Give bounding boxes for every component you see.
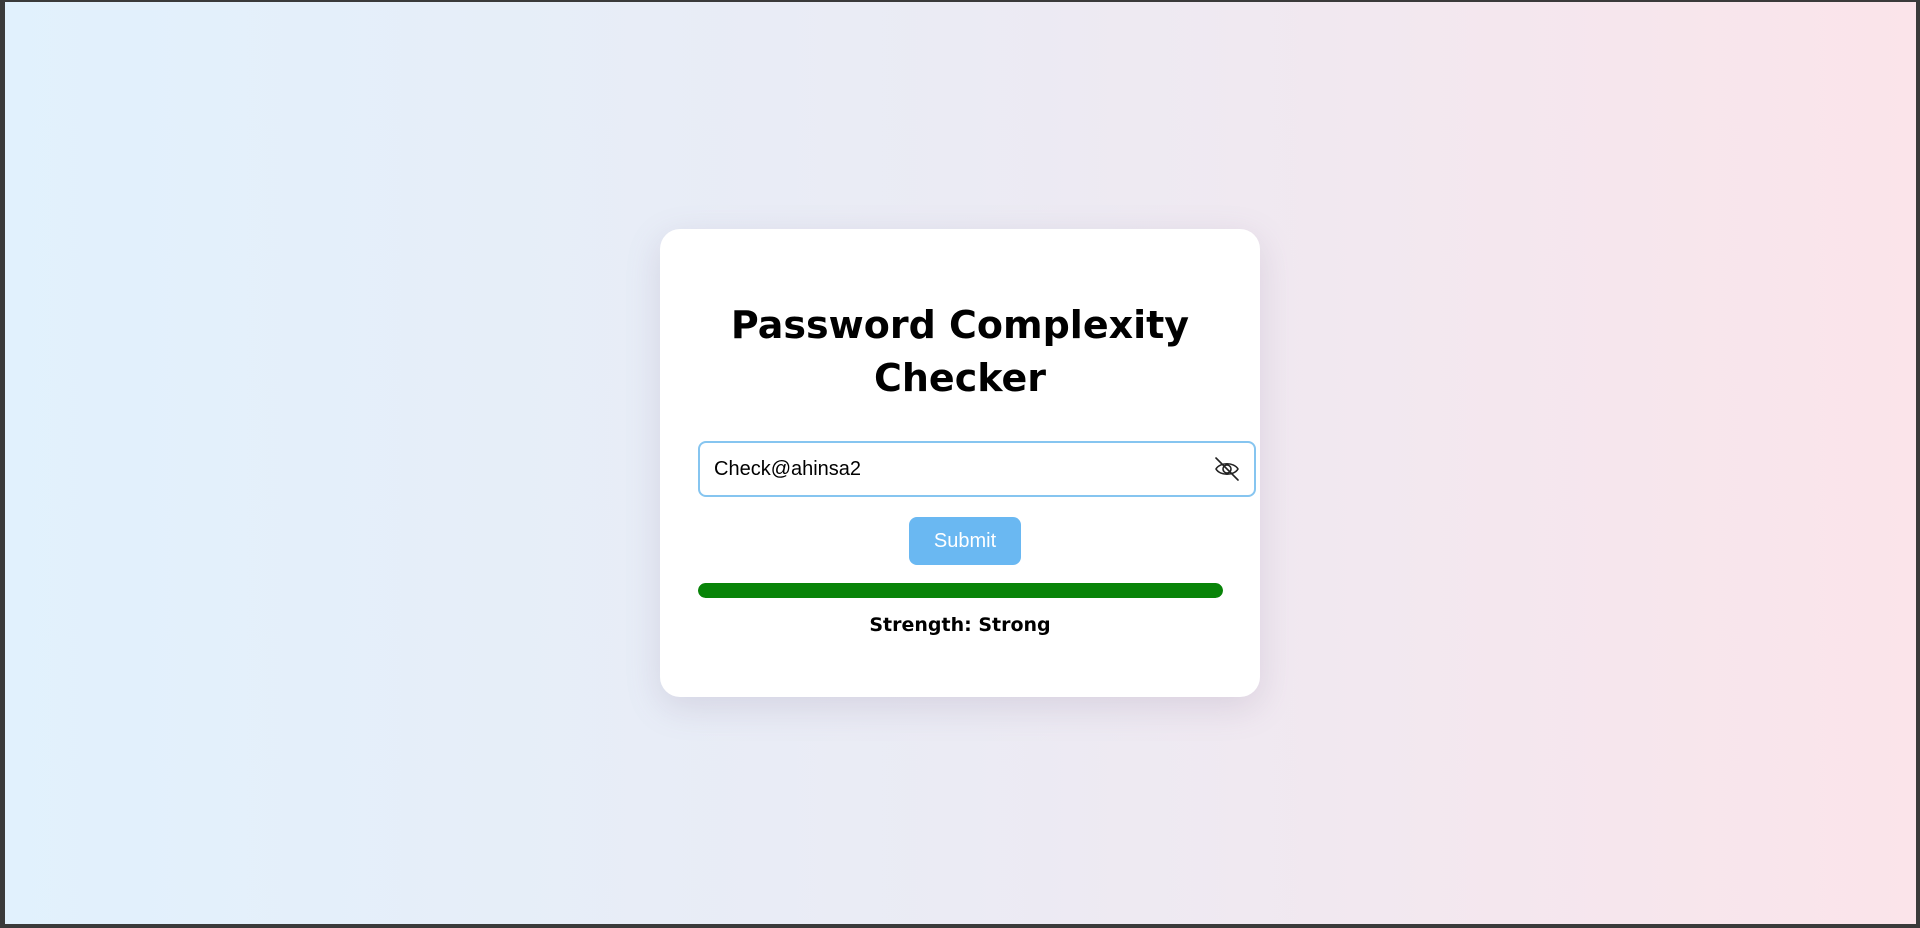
page-title: Password Complexity Checker bbox=[660, 299, 1260, 405]
submit-button[interactable]: Submit bbox=[909, 517, 1021, 565]
title-line-2: Checker bbox=[873, 356, 1046, 400]
strength-meter-fill bbox=[698, 583, 1223, 598]
checker-card: Password Complexity Checker Submit Stren… bbox=[660, 229, 1260, 697]
strength-value: Strong bbox=[978, 614, 1051, 636]
title-line-1: Password Complexity bbox=[730, 303, 1190, 347]
strength-text: Strength: Strong bbox=[660, 614, 1260, 636]
visibility-toggle-button[interactable] bbox=[1212, 455, 1242, 483]
password-input[interactable] bbox=[714, 443, 1194, 495]
password-field bbox=[698, 441, 1256, 497]
strength-meter bbox=[698, 583, 1223, 598]
page-background: Password Complexity Checker Submit Stren… bbox=[5, 2, 1916, 924]
eye-off-icon bbox=[1215, 457, 1239, 481]
strength-label: Strength: bbox=[869, 614, 972, 636]
